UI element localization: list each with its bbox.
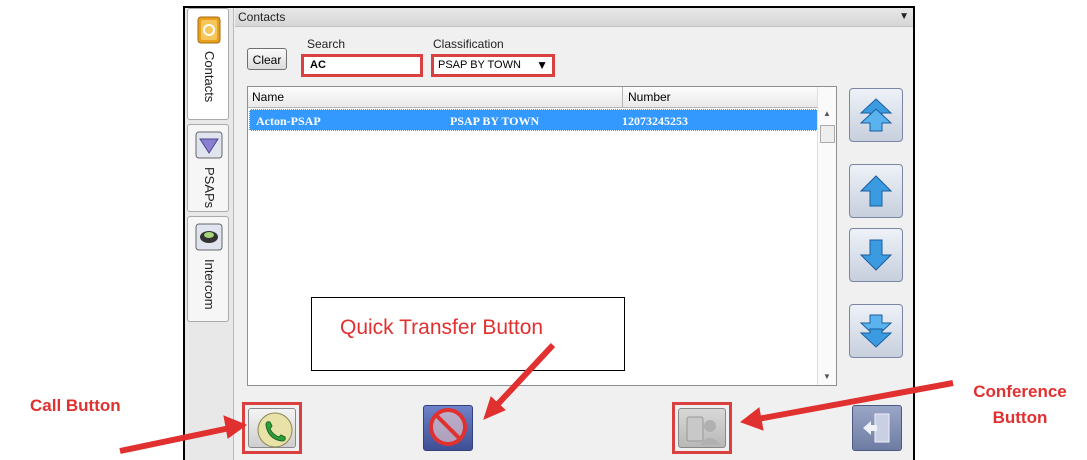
- call-arrow-line: [119, 425, 231, 454]
- transfer-arrow-line: [494, 342, 556, 408]
- conference-arrow-line: [757, 380, 954, 422]
- annotation-arrows: [119, 342, 954, 454]
- conference-arrow-head: [739, 407, 764, 431]
- call-arrow-head: [223, 415, 248, 439]
